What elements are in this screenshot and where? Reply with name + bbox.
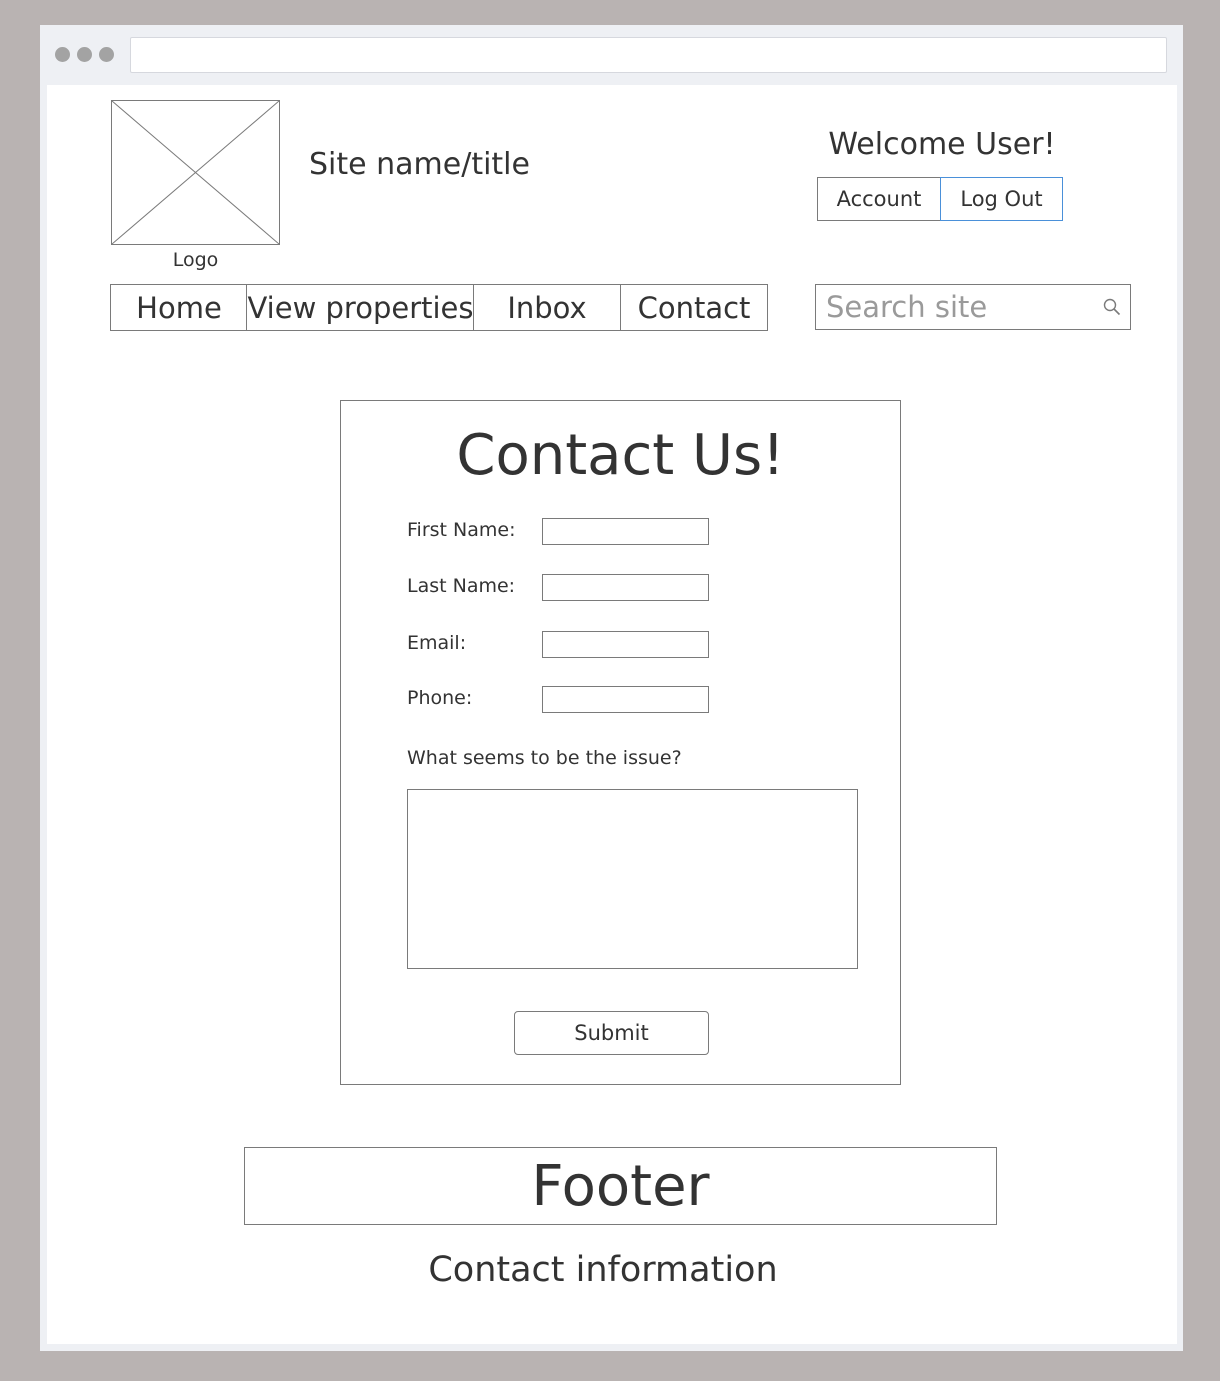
window-dot-minimize[interactable] xyxy=(77,47,92,62)
nav-item-label: Inbox xyxy=(507,290,587,325)
footer: Footer xyxy=(244,1147,997,1225)
site-title: Site name/title xyxy=(309,147,530,182)
logo-placeholder[interactable] xyxy=(111,100,280,245)
contact-information: Contact information xyxy=(428,1250,778,1290)
contact-form: Contact Us! First Name: Last Name: Email… xyxy=(340,400,901,1085)
browser-window: Logo Site name/title Welcome User! Accou… xyxy=(40,25,1183,1351)
nav-item-view-properties[interactable]: View properties xyxy=(246,284,475,331)
nav-item-inbox[interactable]: Inbox xyxy=(473,284,621,331)
image-placeholder-icon xyxy=(112,101,279,244)
last-name-field[interactable] xyxy=(542,574,709,601)
window-dot-close[interactable] xyxy=(55,47,70,62)
nav-item-label: Home xyxy=(136,290,222,325)
phone-field[interactable] xyxy=(542,686,709,713)
window-dot-maximize[interactable] xyxy=(99,47,114,62)
search-icon[interactable] xyxy=(1102,297,1122,317)
welcome-message: Welcome User! xyxy=(828,127,1056,162)
page-content: Logo Site name/title Welcome User! Accou… xyxy=(47,85,1177,1344)
email-label: Email: xyxy=(407,632,467,654)
nav-item-label: View properties xyxy=(247,290,474,325)
account-button-label: Account xyxy=(836,187,922,211)
address-bar[interactable] xyxy=(130,37,1167,73)
account-button[interactable]: Account xyxy=(817,177,941,221)
email-field[interactable] xyxy=(542,631,709,658)
logout-button-label: Log Out xyxy=(960,187,1043,211)
first-name-field[interactable] xyxy=(542,518,709,545)
nav-item-contact[interactable]: Contact xyxy=(620,284,768,331)
issue-label: What seems to be the issue? xyxy=(407,747,682,769)
form-title: Contact Us! xyxy=(456,423,785,488)
logo-label: Logo xyxy=(172,249,219,271)
phone-label: Phone: xyxy=(407,687,473,709)
issue-textarea[interactable] xyxy=(407,789,858,969)
logout-button[interactable]: Log Out xyxy=(940,177,1063,221)
nav-item-home[interactable]: Home xyxy=(110,284,248,331)
window-controls xyxy=(55,47,114,62)
search-box xyxy=(815,284,1131,330)
last-name-label: Last Name: xyxy=(407,575,516,597)
submit-button-label: Submit xyxy=(574,1021,649,1045)
search-input[interactable] xyxy=(826,289,1096,325)
first-name-label: First Name: xyxy=(407,519,516,541)
submit-button[interactable]: Submit xyxy=(514,1011,709,1055)
footer-title: Footer xyxy=(531,1153,710,1219)
nav-item-label: Contact xyxy=(637,290,751,325)
